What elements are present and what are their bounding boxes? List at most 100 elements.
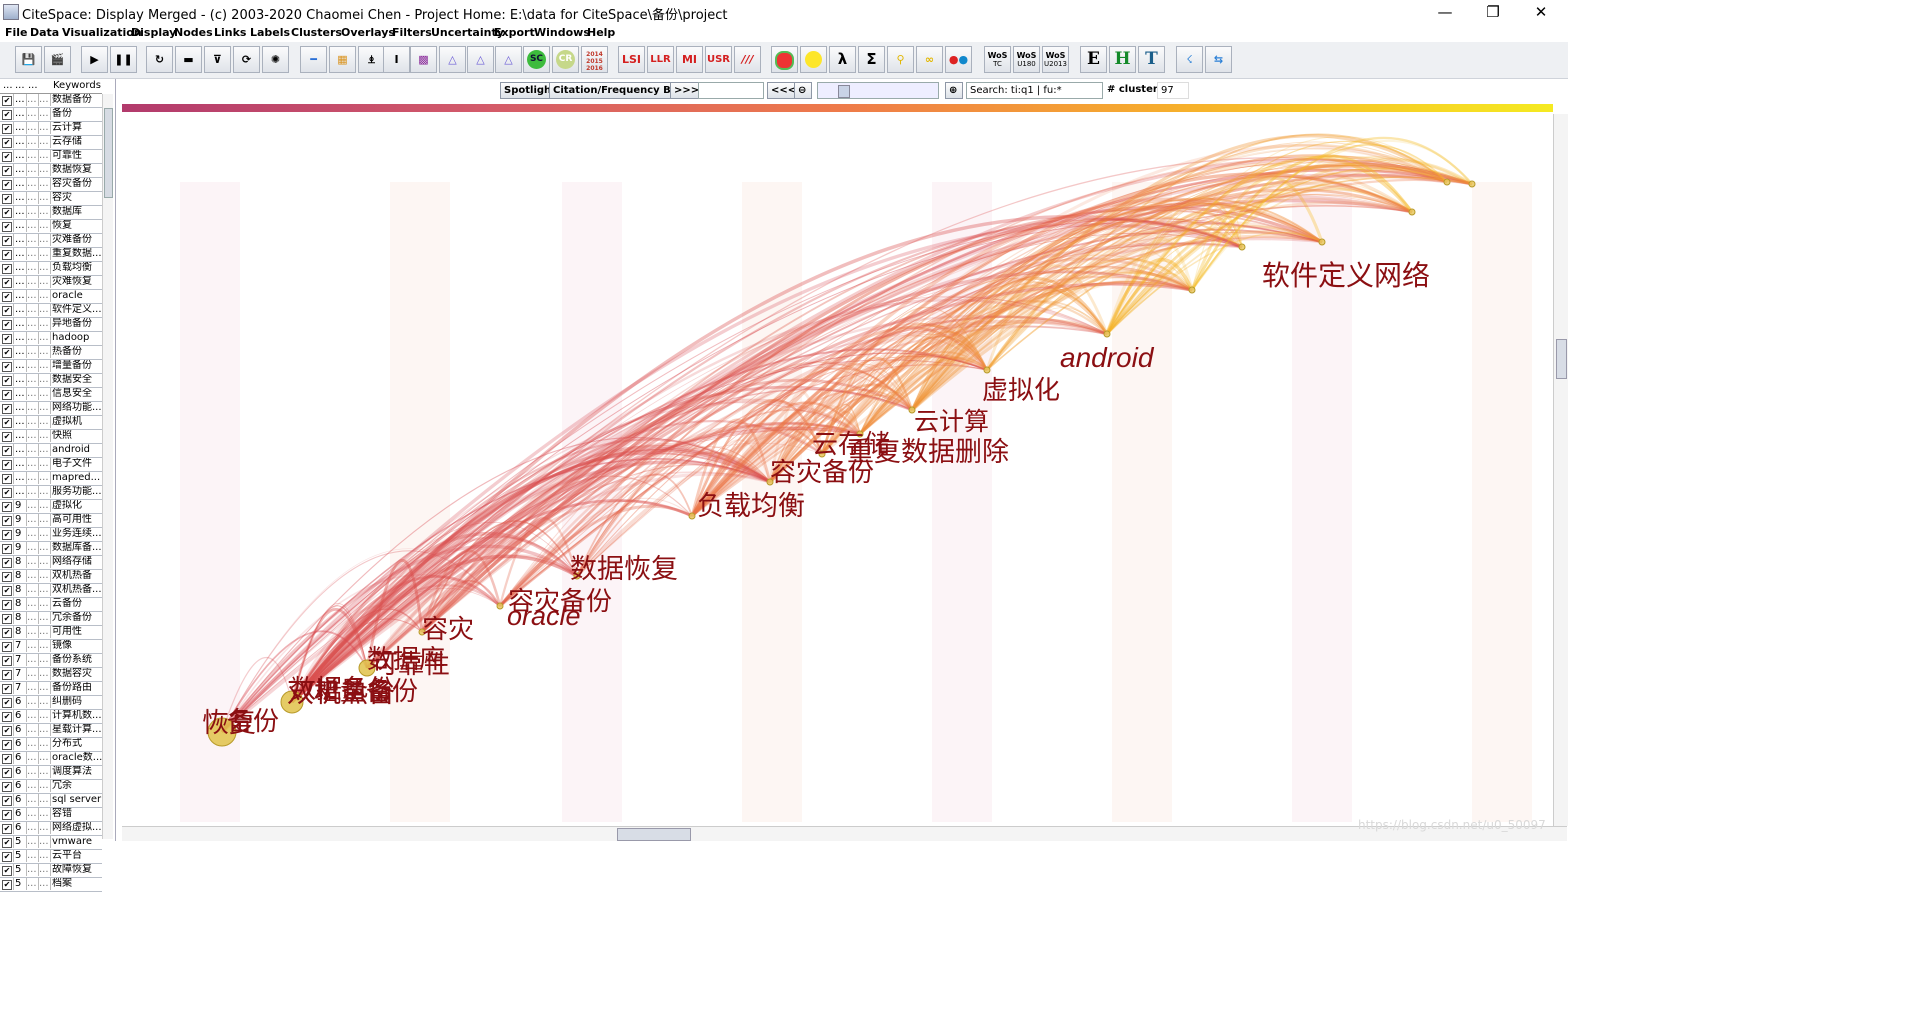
row-checkbox[interactable]: ✔ [2,418,12,428]
table-row[interactable]: ✔......... 重复数据... [0,248,102,262]
table-row[interactable]: ✔ 5...... 故障恢复 [0,864,102,878]
table-row[interactable]: ✔......... 数据安全 [0,374,102,388]
menu-overlays[interactable]: Overlays [341,26,395,39]
row-checkbox[interactable]: ✔ [2,558,12,568]
row-keyword[interactable]: 高可用性 [50,514,102,526]
row-checkbox[interactable]: ✔ [2,96,12,106]
table-row[interactable]: ✔ 7...... 数据容灾 [0,668,102,682]
row-keyword[interactable]: 数据恢复 [50,164,102,176]
row-keyword[interactable]: 镜像 [50,640,102,652]
table-row[interactable]: ✔......... oracle [0,290,102,304]
table-row[interactable]: ✔ 8...... 双机热备 [0,570,102,584]
menu-display[interactable]: Display [131,26,176,39]
row-keyword[interactable]: 数据备份 [50,94,102,106]
row-checkbox[interactable]: ✔ [2,390,12,400]
network-b-icon[interactable]: △ [467,46,494,73]
table-row[interactable]: ✔......... 信息安全 [0,388,102,402]
row-checkbox[interactable]: ✔ [2,712,12,722]
row-keyword[interactable]: 数据库备... [50,542,102,554]
row-keyword[interactable]: 服务功能... [50,486,102,498]
visualization-canvas[interactable]: 软件定义网络 android 虚拟化 云计算 重复数据删除 云存储 容灾备份 负载均衡 数据恢复… [122,104,1553,826]
row-keyword[interactable]: 数据容灾 [50,668,102,680]
row-keyword[interactable]: 调度算法 [50,766,102,778]
menu-labels[interactable]: Labels [250,26,290,39]
row-keyword[interactable]: 重复数据... [50,248,102,260]
row-checkbox[interactable]: ✔ [2,530,12,540]
row-keyword[interactable]: oracle数... [50,752,102,764]
row-keyword[interactable]: 网络存储 [50,556,102,568]
network-a-icon[interactable]: △ [439,46,466,73]
play-icon[interactable]: ▶ [81,46,108,73]
table-row[interactable]: ✔ 9...... 数据库备... [0,542,102,556]
row-checkbox[interactable]: ✔ [2,544,12,554]
lambda-icon[interactable]: λ [829,46,856,73]
row-checkbox[interactable]: ✔ [2,432,12,442]
row-keyword[interactable]: 容灾备份 [50,178,102,190]
timeline-icon[interactable]: ⍎ [358,46,385,73]
header-col-1[interactable]: ... [3,80,13,91]
row-checkbox[interactable]: ✔ [2,866,12,876]
row-keyword[interactable]: 网络虚拟... [50,822,102,834]
minimize-button[interactable]: — [1422,2,1468,22]
row-checkbox[interactable]: ✔ [2,460,12,470]
row-checkbox[interactable]: ✔ [2,446,12,456]
menu-nodes[interactable]: Nodes [174,26,213,39]
row-checkbox[interactable]: ✔ [2,488,12,498]
menu-links[interactable]: Links [214,26,246,39]
row-keyword[interactable]: 容错 [50,808,102,820]
table-row[interactable]: ✔......... 增量备份 [0,360,102,374]
table-row[interactable]: ✔......... hadoop [0,332,102,346]
row-checkbox[interactable]: ✔ [2,138,12,148]
link-node-icon[interactable]: ∞ [916,46,943,73]
table-row[interactable]: ✔......... 服务功能... [0,486,102,500]
flow-icon[interactable]: ⇆ [1205,46,1232,73]
matrix-icon[interactable]: ▩ [410,46,437,73]
sc-button[interactable]: SC [523,46,550,73]
pin-icon[interactable]: ⊽ [204,46,231,73]
t-button[interactable]: T [1138,46,1165,73]
table-row[interactable]: ✔......... 恢复 [0,220,102,234]
table-row[interactable]: ✔ 6...... oracle数... [0,752,102,766]
row-checkbox[interactable]: ✔ [2,670,12,680]
table-row[interactable]: ✔......... 快照 [0,430,102,444]
table-row[interactable]: ✔......... 数据库 [0,206,102,220]
table-row[interactable]: ✔ 6...... 调度算法 [0,766,102,780]
cluster-label[interactable]: 虚拟化 [982,370,1060,407]
canvas-horizontal-scrollbar[interactable] [122,826,1567,841]
year-slice-button[interactable]: 2014 2015 2016 [581,46,608,73]
row-checkbox[interactable]: ✔ [2,502,12,512]
row-checkbox[interactable]: ✔ [2,600,12,610]
row-checkbox[interactable]: ✔ [2,152,12,162]
vscroll-thumb[interactable] [1556,339,1567,379]
row-checkbox[interactable]: ✔ [2,264,12,274]
row-checkbox[interactable]: ✔ [2,852,12,862]
table-row[interactable]: ✔ 6...... 星载计算... [0,724,102,738]
color-dots-icon[interactable]: ●● [945,46,972,73]
row-keyword[interactable]: 负载均衡 [50,262,102,274]
e-button[interactable]: E [1080,46,1107,73]
burst-icon[interactable]: ✺ [262,46,289,73]
row-checkbox[interactable]: ✔ [2,824,12,834]
table-row[interactable]: ✔......... android [0,444,102,458]
row-keyword[interactable]: 纠删码 [50,696,102,708]
table-row[interactable]: ✔ 8...... 网络存储 [0,556,102,570]
grid-icon[interactable]: ▦ [329,46,356,73]
row-checkbox[interactable]: ✔ [2,516,12,526]
hscroll-thumb[interactable] [617,828,691,841]
table-row[interactable]: ✔......... 负载均衡 [0,262,102,276]
mi-button[interactable]: MI [676,46,703,73]
row-keyword[interactable]: 计算机数... [50,710,102,722]
row-checkbox[interactable]: ✔ [2,222,12,232]
row-checkbox[interactable]: ✔ [2,236,12,246]
table-row[interactable]: ✔......... 容灾备份 [0,178,102,192]
row-checkbox[interactable]: ✔ [2,110,12,120]
table-row[interactable]: ✔ 6...... 容错 [0,808,102,822]
row-checkbox[interactable]: ✔ [2,740,12,750]
zoom-slider[interactable] [817,82,939,99]
row-checkbox[interactable]: ✔ [2,726,12,736]
row-keyword[interactable]: 数据库 [50,206,102,218]
row-keyword[interactable]: 异地备份 [50,318,102,330]
table-row[interactable]: ✔......... 虚拟机 [0,416,102,430]
row-keyword[interactable]: sql server [50,794,102,806]
table-row[interactable]: ✔......... mapred... [0,472,102,486]
